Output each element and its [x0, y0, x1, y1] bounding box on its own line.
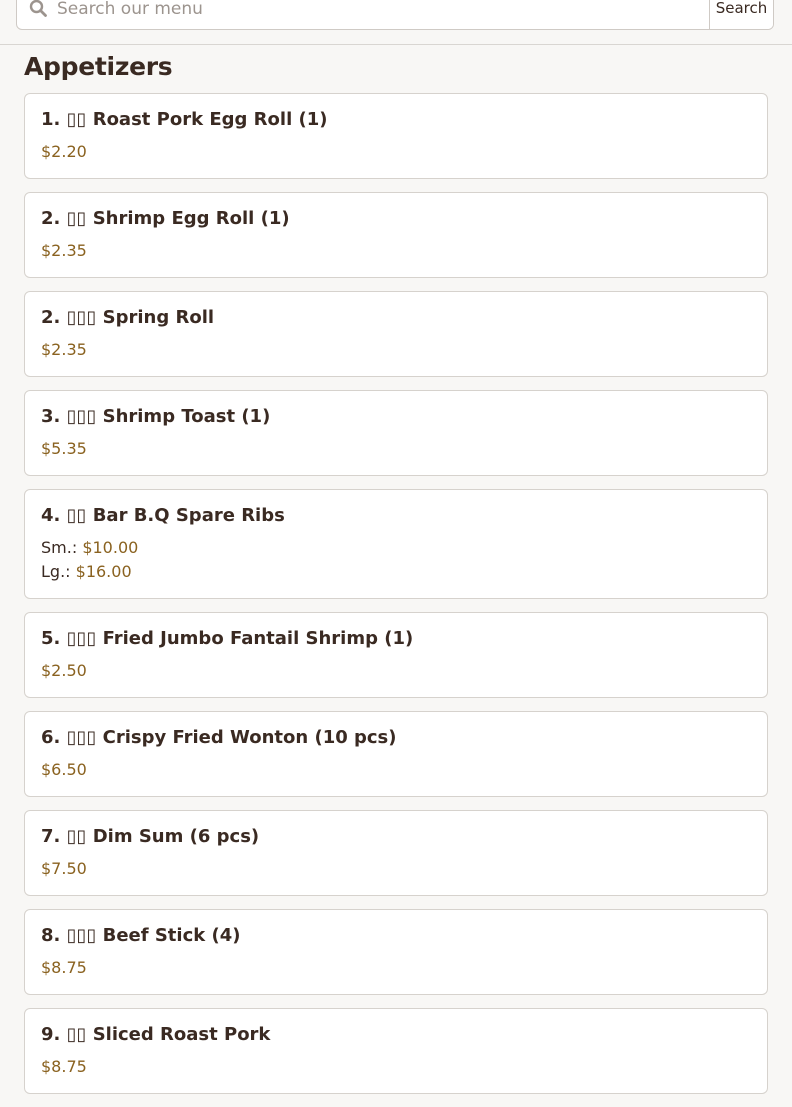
menu-item-title: 9. ▯▯ Sliced Roast Pork — [41, 1024, 271, 1045]
menu-item-card[interactable]: 1. ▯▯ Roast Pork Egg Roll (1) $2.20 — [24, 93, 768, 179]
item-price: $2.35 — [41, 241, 87, 260]
price-row: $2.35 — [41, 338, 751, 362]
price-row: $8.75 — [41, 1055, 751, 1079]
size-label: Sm.: — [41, 538, 78, 557]
menu-item-title: 4. ▯▯ Bar B.Q Spare Ribs — [41, 505, 285, 526]
menu-item-title: 2. ▯▯▯ Spring Roll — [41, 307, 215, 328]
menu-item-card[interactable]: 2. ▯▯ Shrimp Egg Roll (1) $2.35 — [24, 192, 768, 278]
item-price: $2.20 — [41, 142, 87, 161]
item-price: $16.00 — [75, 562, 132, 581]
price-row: Sm.: $10.00 — [41, 536, 751, 560]
price-row: $8.75 — [41, 956, 751, 980]
menu-item-card[interactable]: 6. ▯▯▯ Crispy Fried Wonton (10 pcs) $6.50 — [24, 711, 768, 797]
search-bar: Search — [0, 0, 792, 45]
menu-item-card[interactable]: 8. ▯▯▯ Beef Stick (4) $8.75 — [24, 909, 768, 995]
section-title: Appetizers — [24, 52, 173, 81]
menu-item-title: 1. ▯▯ Roast Pork Egg Roll (1) — [41, 109, 328, 130]
menu-item-title: 7. ▯▯ Dim Sum (6 pcs) — [41, 826, 260, 847]
item-price: $2.50 — [41, 661, 87, 680]
item-price: $7.50 — [41, 859, 87, 878]
menu-list: 1. ▯▯ Roast Pork Egg Roll (1) $2.20 2. ▯▯ … — [24, 93, 768, 1107]
menu-item-title: 6. ▯▯▯ Crispy Fried Wonton (10 pcs) — [41, 727, 397, 748]
search-icon — [29, 0, 47, 17]
menu-item-card[interactable]: 5. ▯▯▯ Fried Jumbo Fantail Shrimp (1) $2.… — [24, 612, 768, 698]
menu-item-title: 8. ▯▯▯ Beef Stick (4) — [41, 925, 241, 946]
menu-item-title: 2. ▯▯ Shrimp Egg Roll (1) — [41, 208, 290, 229]
search-box: Search — [16, 0, 774, 30]
menu-item-title: 5. ▯▯▯ Fried Jumbo Fantail Shrimp (1) — [41, 628, 414, 649]
search-input[interactable] — [57, 0, 711, 29]
item-price: $6.50 — [41, 760, 87, 779]
item-price: $10.00 — [82, 538, 139, 557]
size-label: Lg.: — [41, 562, 71, 581]
menu-item-card[interactable]: 2. ▯▯▯ Spring Roll $2.35 — [24, 291, 768, 377]
menu-item-title: 3. ▯▯▯ Shrimp Toast (1) — [41, 406, 271, 427]
menu-item-card[interactable]: 3. ▯▯▯ Shrimp Toast (1) $5.35 — [24, 390, 768, 476]
price-row: Lg.: $16.00 — [41, 560, 751, 584]
price-row: $2.20 — [41, 140, 751, 164]
menu-item-card[interactable]: 7. ▯▯ Dim Sum (6 pcs) $7.50 — [24, 810, 768, 896]
price-row: $5.35 — [41, 437, 751, 461]
menu-item-card[interactable]: 4. ▯▯ Bar B.Q Spare Ribs Sm.: $10.00 Lg.: … — [24, 489, 768, 599]
item-price: $5.35 — [41, 439, 87, 458]
item-price: $8.75 — [41, 958, 87, 977]
search-button[interactable]: Search — [709, 0, 773, 29]
item-price: $2.35 — [41, 340, 87, 359]
price-row: $7.50 — [41, 857, 751, 881]
menu-item-card[interactable]: 9. ▯▯ Sliced Roast Pork $8.75 — [24, 1008, 768, 1094]
price-row: $6.50 — [41, 758, 751, 782]
price-row: $2.35 — [41, 239, 751, 263]
item-price: $8.75 — [41, 1057, 87, 1076]
price-row: $2.50 — [41, 659, 751, 683]
